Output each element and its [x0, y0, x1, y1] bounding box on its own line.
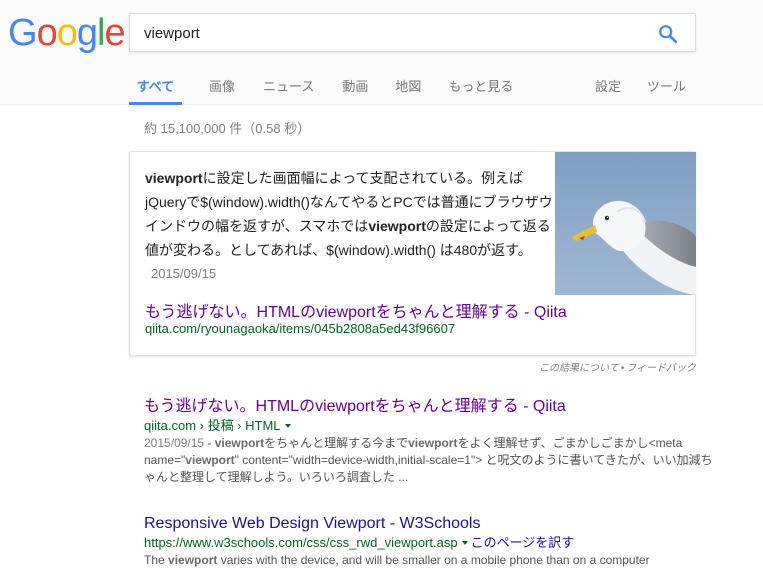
search-tools: 設定 ツール: [595, 64, 686, 105]
snippet-date: 2015/09/15: [151, 266, 217, 281]
tools-link[interactable]: ツール: [647, 64, 686, 105]
tab-news[interactable]: ニュース: [263, 64, 314, 105]
search-result: Responsive Web Design Viewport - W3Schoo…: [144, 514, 714, 569]
result-title-link[interactable]: もう逃げない。HTMLのviewportをちゃんと理解する - Qiita: [144, 397, 714, 417]
result-text: The: [144, 553, 169, 567]
logo-letter: l: [96, 12, 106, 54]
search-icon: [659, 25, 678, 44]
result-cite: https://www.w3schools.com/css/css_rwd_vi…: [144, 534, 714, 552]
logo-letter: e: [104, 12, 125, 54]
seagull-image[interactable]: [555, 152, 696, 295]
snippet-text: viewportに設定した画面幅によって支配されている。例えば jQueryで$…: [145, 166, 555, 286]
tab-videos[interactable]: 動画: [342, 64, 368, 105]
translate-page-link[interactable]: このページを訳す: [471, 535, 575, 550]
result-date: 2015/09/15: [144, 436, 205, 450]
header: Google すべて 画像 ニュース 動画 地図 もっと見る 設定 ツール: [0, 0, 763, 105]
search-box: [129, 13, 696, 52]
search-button[interactable]: [657, 23, 679, 45]
snippet-line: インドウの幅を返すが、スマホでは: [145, 218, 369, 234]
logo-letter: o: [36, 12, 58, 54]
seagull-illustration: [555, 152, 696, 295]
search-input[interactable]: [144, 22, 624, 44]
result-keyword: viewport: [408, 436, 458, 450]
result-text: をちゃんと理解する今まで: [264, 436, 409, 450]
result-keyword: viewport: [168, 553, 218, 567]
logo-letter: G: [8, 12, 38, 54]
result-text: varies with the device, and will be smal…: [217, 553, 650, 567]
tab-more[interactable]: もっと見る: [448, 64, 513, 105]
settings-link[interactable]: 設定: [595, 64, 621, 105]
result-cite: qiita.com › 投稿 › HTML: [144, 417, 714, 435]
result-stats: 約 15,100,000 件（0.58 秒）: [144, 121, 311, 136]
result-description: 2015/09/15 - viewportをちゃんと理解する今までviewpor…: [144, 435, 714, 486]
feedback-link[interactable]: フィードバック: [626, 363, 696, 374]
snippet-url: qiita.com/ryounagaoka/items/045b2808a5ed…: [145, 321, 456, 336]
result-url: https://www.w3schools.com/css/css_rwd_vi…: [144, 535, 458, 550]
result-keyword: viewport: [185, 453, 235, 467]
snippet-keyword: viewport: [368, 218, 426, 234]
result-keyword: viewport: [214, 436, 265, 450]
tab-images[interactable]: 画像: [209, 64, 235, 105]
tab-all[interactable]: すべて: [129, 64, 182, 105]
snippet-line: jQueryで$(window).width()なんてやるとPCでは普通にブラウ…: [145, 194, 553, 210]
about-result-link[interactable]: この結果について: [539, 363, 619, 374]
featured-snippet: viewportに設定した画面幅によって支配されている。例えば jQueryで$…: [129, 151, 696, 356]
result-url: qiita.com › 投稿 › HTML: [144, 418, 281, 433]
tab-maps[interactable]: 地図: [395, 64, 421, 105]
logo-letter: g: [76, 12, 98, 54]
logo-letter: o: [56, 12, 78, 54]
google-logo[interactable]: Google: [8, 12, 126, 55]
result-menu-arrow-icon[interactable]: [461, 540, 468, 545]
result-text: -: [204, 436, 215, 450]
result-menu-arrow-icon[interactable]: [284, 423, 291, 428]
snippet-title-link[interactable]: もう逃げない。HTMLのviewportをちゃんと理解する - Qiita: [145, 298, 567, 322]
feedback-row: この結果について • フィードバック: [539, 359, 696, 374]
snippet-line: 値が変わる。としてあれば、$(window).width() は480が返す。: [145, 242, 532, 258]
search-result: もう逃げない。HTMLのviewportをちゃんと理解する - Qiita qi…: [144, 397, 714, 486]
result-description: The viewport varies with the device, and…: [144, 552, 714, 569]
snippet-keyword: viewport: [145, 170, 203, 186]
search-tabs: すべて 画像 ニュース 動画 地図 もっと見る: [129, 64, 513, 105]
snippet-line: に設定した画面幅によって支配されている。例えば: [202, 170, 524, 186]
snippet-line: の設定によって返る: [425, 218, 551, 234]
result-title-link[interactable]: Responsive Web Design Viewport - W3Schoo…: [144, 514, 714, 534]
